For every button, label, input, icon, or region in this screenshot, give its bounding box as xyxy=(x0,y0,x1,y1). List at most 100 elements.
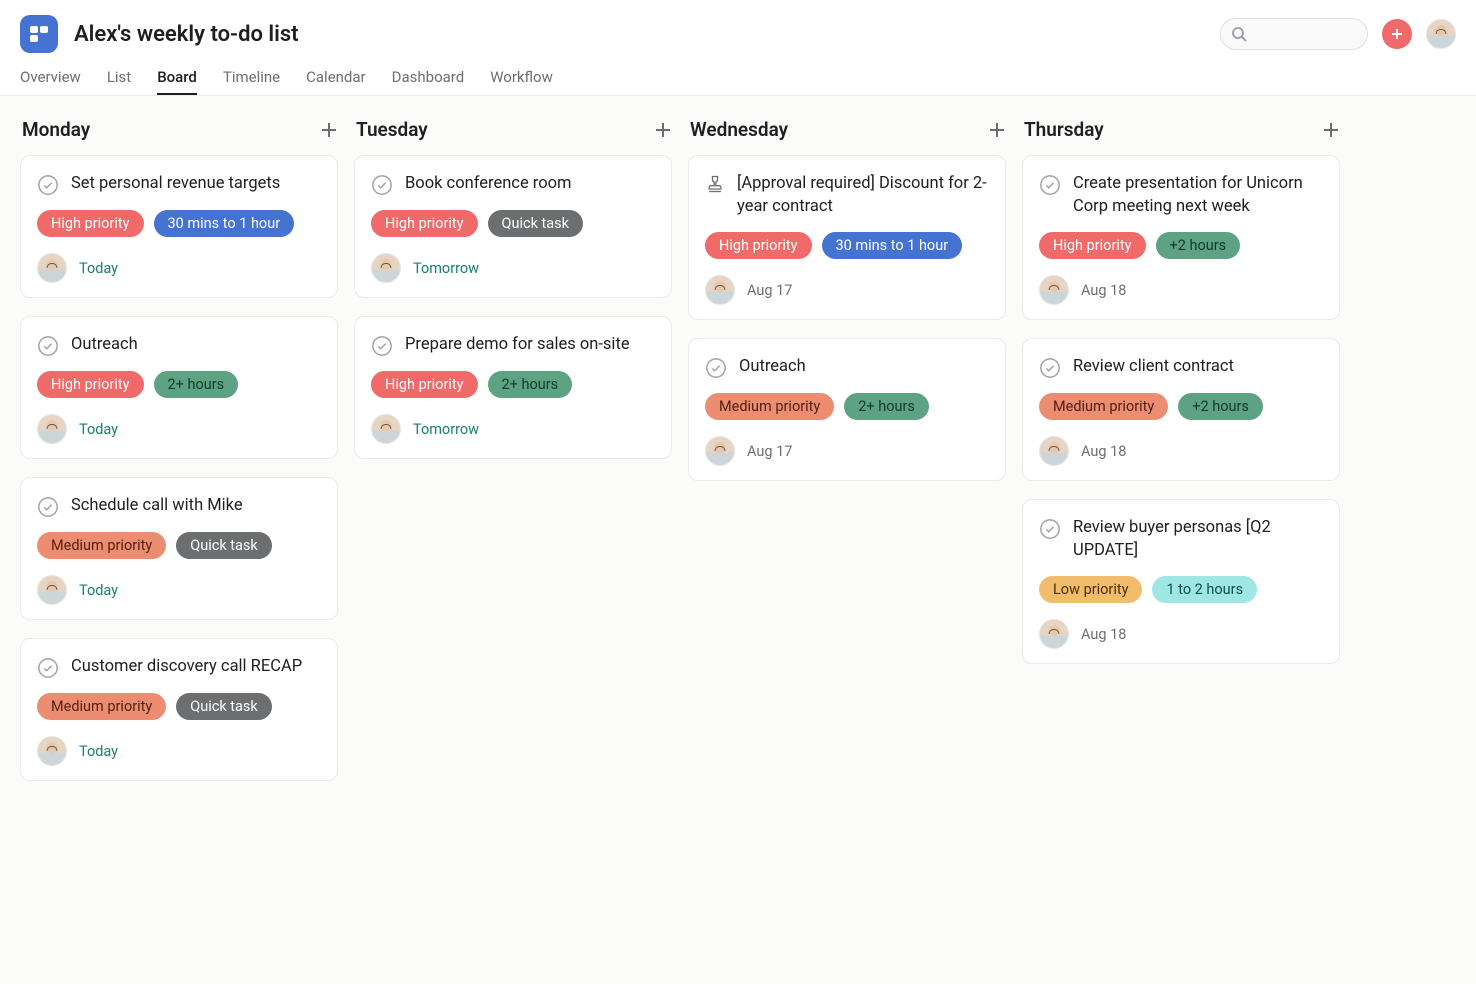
assignee-avatar[interactable] xyxy=(705,436,735,466)
due-date: Aug 17 xyxy=(747,443,792,460)
tag-pill: High priority xyxy=(37,371,144,398)
due-date: Today xyxy=(79,421,118,438)
tag-pill: Medium priority xyxy=(705,393,834,420)
tag-pill: 2+ hours xyxy=(844,393,929,420)
due-date: Today xyxy=(79,582,118,599)
board: MondaySet personal revenue targetsHigh p… xyxy=(0,96,1476,984)
tag-pill: 2+ hours xyxy=(154,371,239,398)
complete-task-icon[interactable] xyxy=(37,657,59,679)
tab-timeline[interactable]: Timeline xyxy=(223,68,280,95)
complete-task-icon[interactable] xyxy=(1039,357,1061,379)
tab-overview[interactable]: Overview xyxy=(20,68,81,95)
tag-pill: 30 mins to 1 hour xyxy=(154,210,295,237)
add-task-icon[interactable] xyxy=(654,121,672,139)
tag-pill: Quick task xyxy=(176,532,272,559)
task-card[interactable]: Book conference room High priority Quick t… xyxy=(354,155,672,298)
tabs-row: Overview List Board Timeline Calendar Dashboa… xyxy=(0,54,1476,96)
create-button[interactable] xyxy=(1382,19,1412,49)
task-title: Create presentation for Unicorn Corp mee… xyxy=(1073,172,1323,218)
column-thursday: Thursday Create presentation for Unicorn … xyxy=(1022,114,1340,664)
due-date: Aug 17 xyxy=(747,282,792,299)
tag-pill: Medium priority xyxy=(37,693,166,720)
task-title: Set personal revenue targets xyxy=(71,172,280,195)
tag-pill: 2+ hours xyxy=(488,371,573,398)
tag-pill: High priority xyxy=(371,371,478,398)
task-card[interactable]: Prepare demo for sales on-site High prior… xyxy=(354,316,672,459)
page-title: Alex's weekly to-do list xyxy=(74,22,299,47)
tag-pill: Medium priority xyxy=(37,532,166,559)
due-date: Today xyxy=(79,260,118,277)
complete-task-icon[interactable] xyxy=(1039,518,1061,540)
tag-pill: Medium priority xyxy=(1039,393,1168,420)
task-title: Outreach xyxy=(71,333,138,356)
due-date: Aug 18 xyxy=(1081,282,1126,299)
assignee-avatar[interactable] xyxy=(1039,436,1069,466)
assignee-avatar[interactable] xyxy=(37,253,67,283)
app-icon[interactable] xyxy=(20,15,58,53)
tag-pill: 1 to 2 hours xyxy=(1152,576,1257,603)
assignee-avatar[interactable] xyxy=(1039,619,1069,649)
add-task-icon[interactable] xyxy=(1322,121,1340,139)
due-date: Tomorrow xyxy=(413,421,479,438)
complete-task-icon[interactable] xyxy=(37,496,59,518)
column-title: Thursday xyxy=(1024,118,1104,141)
assignee-avatar[interactable] xyxy=(37,736,67,766)
tab-board[interactable]: Board xyxy=(157,68,197,95)
complete-task-icon[interactable] xyxy=(371,335,393,357)
column-wednesday: Wednesday [Approval required] Discount fo… xyxy=(688,114,1006,481)
search-wrapper xyxy=(1220,18,1368,50)
task-card[interactable]: Outreach High priority 2+ hours Today xyxy=(20,316,338,459)
due-date: Aug 18 xyxy=(1081,443,1126,460)
tag-pill: Quick task xyxy=(176,693,272,720)
tag-pill: +2 hours xyxy=(1156,232,1241,259)
task-card[interactable]: Outreach Medium priority 2+ hours Aug 17 xyxy=(688,338,1006,481)
tag-pill: +2 hours xyxy=(1178,393,1263,420)
task-card[interactable]: Customer discovery call RECAP Medium prio… xyxy=(20,638,338,781)
task-title: Review client contract xyxy=(1073,355,1234,378)
tag-pill: Quick task xyxy=(488,210,584,237)
task-card[interactable]: Create presentation for Unicorn Corp mee… xyxy=(1022,155,1340,320)
complete-task-icon[interactable] xyxy=(1039,174,1061,196)
complete-task-icon[interactable] xyxy=(37,335,59,357)
add-task-icon[interactable] xyxy=(988,121,1006,139)
due-date: Aug 18 xyxy=(1081,626,1126,643)
due-date: Tomorrow xyxy=(413,260,479,277)
task-card[interactable]: Schedule call with Mike Medium priority Qu… xyxy=(20,477,338,620)
task-card[interactable]: [Approval required] Discount for 2-year … xyxy=(688,155,1006,320)
task-card[interactable]: Set personal revenue targetsHigh priorit… xyxy=(20,155,338,298)
task-title: Prepare demo for sales on-site xyxy=(405,333,630,356)
tag-pill: Low priority xyxy=(1039,576,1142,603)
assignee-avatar[interactable] xyxy=(371,253,401,283)
column-title: Monday xyxy=(22,118,90,141)
complete-task-icon[interactable] xyxy=(37,174,59,196)
column-title: Wednesday xyxy=(690,118,788,141)
assignee-avatar[interactable] xyxy=(37,575,67,605)
column-tuesday: TuesdayBook conference roomHigh priority… xyxy=(354,114,672,459)
complete-task-icon[interactable] xyxy=(705,357,727,379)
assignee-avatar[interactable] xyxy=(1039,275,1069,305)
task-title: Schedule call with Mike xyxy=(71,494,243,517)
task-title: Review buyer personas [Q2 UPDATE] xyxy=(1073,516,1323,562)
tag-pill: High priority xyxy=(371,210,478,237)
task-title: Outreach xyxy=(739,355,806,378)
task-card[interactable]: Review client contract Medium priority +2 … xyxy=(1022,338,1340,481)
task-card[interactable]: Review buyer personas [Q2 UPDATE] Low pri… xyxy=(1022,499,1340,664)
user-avatar[interactable] xyxy=(1426,19,1456,49)
tab-dashboard[interactable]: Dashboard xyxy=(392,68,465,95)
tag-pill: High priority xyxy=(1039,232,1146,259)
column-monday: MondaySet personal revenue targetsHigh p… xyxy=(20,114,338,781)
task-title: Customer discovery call RECAP xyxy=(71,655,302,678)
assignee-avatar[interactable] xyxy=(371,414,401,444)
task-title: [Approval required] Discount for 2-year … xyxy=(737,172,989,218)
tag-pill: High priority xyxy=(705,232,812,259)
task-title: Book conference room xyxy=(405,172,572,195)
assignee-avatar[interactable] xyxy=(37,414,67,444)
assignee-avatar[interactable] xyxy=(705,275,735,305)
add-task-icon[interactable] xyxy=(320,121,338,139)
complete-task-icon[interactable] xyxy=(371,174,393,196)
tab-calendar[interactable]: Calendar xyxy=(306,68,366,95)
approval-stamp-icon[interactable] xyxy=(705,174,725,194)
tag-pill: 30 mins to 1 hour xyxy=(822,232,963,259)
tab-workflow[interactable]: Workflow xyxy=(490,68,553,95)
tab-list[interactable]: List xyxy=(107,68,131,95)
